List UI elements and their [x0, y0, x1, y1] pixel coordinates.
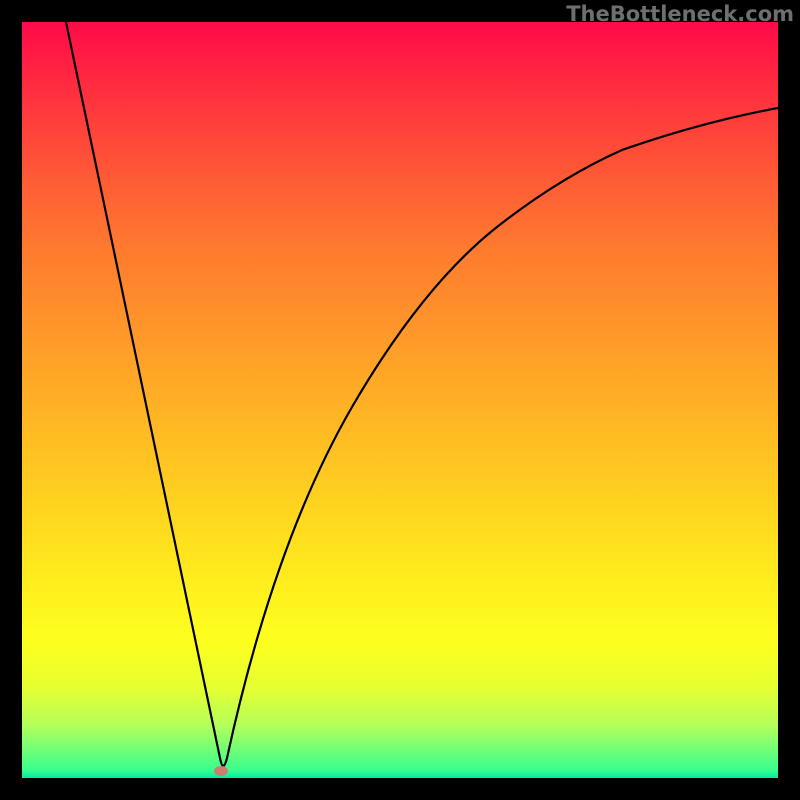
minimum-marker: [214, 766, 228, 776]
watermark-text: TheBottleneck.com: [566, 2, 794, 26]
bottleneck-curve: [22, 22, 778, 778]
curve-path: [66, 22, 778, 766]
